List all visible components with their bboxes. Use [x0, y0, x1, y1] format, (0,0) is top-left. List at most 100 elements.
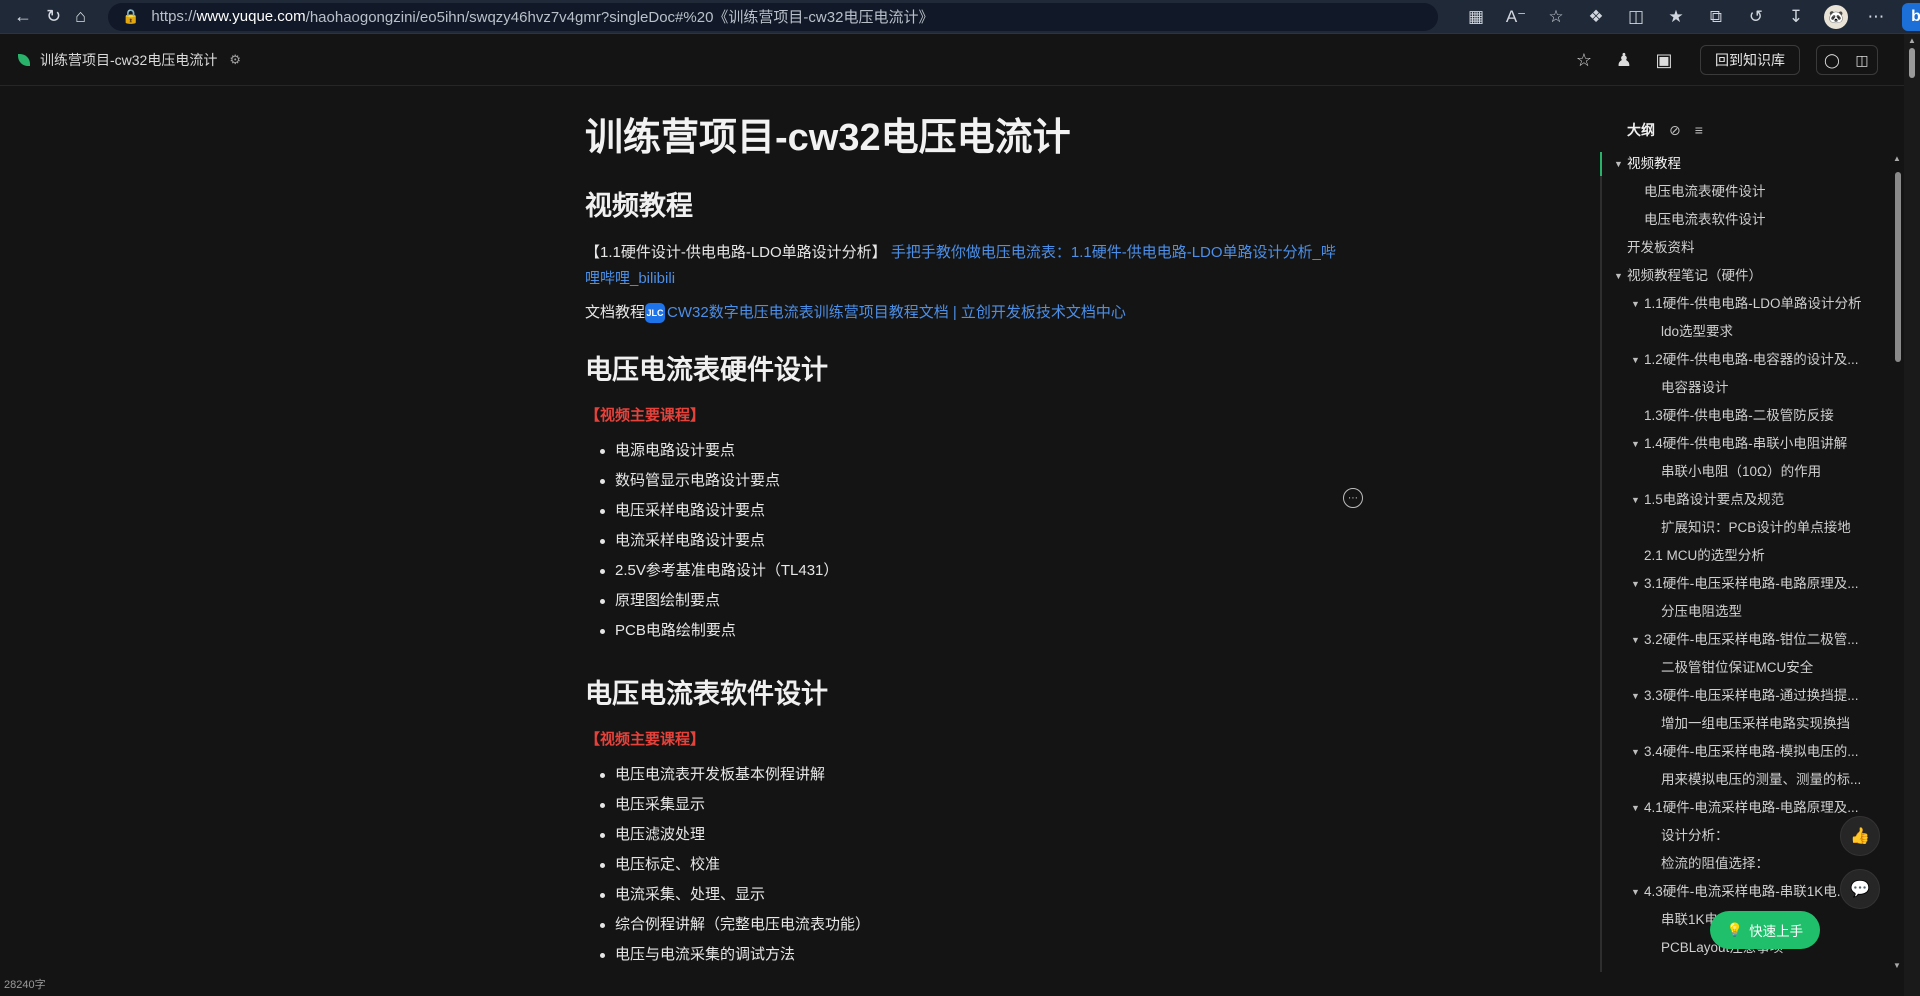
doc-header: 训练营项目-cw32电压电流计 ⚙ ☆ ♟ ▣ 回到知识库 ◯ ◫	[0, 34, 1904, 86]
scroll-thumb[interactable]	[1909, 48, 1915, 78]
outline-item[interactable]: 用来模拟电压的测量、测量的标...	[1600, 766, 1870, 794]
outline-item[interactable]: 扩展知识：PCB设计的单点接地	[1600, 514, 1870, 542]
outline-item-label: 3.3硬件-电压采样电路-通过换挡提...	[1644, 688, 1859, 703]
extensions-icon[interactable]: ❖	[1576, 2, 1616, 32]
profile-button[interactable]: 🐼	[1816, 2, 1856, 32]
docs-prefix: 文档教程	[585, 304, 646, 321]
list-item: 电压与电流采集的调试方法	[585, 940, 1345, 970]
favorite-star-icon[interactable]: ☆	[1536, 2, 1576, 32]
caret-down-icon[interactable]: ▼	[1631, 570, 1640, 598]
outline-item[interactable]: 二极管钳位保证MCU安全	[1600, 654, 1870, 682]
outline-item-label: 扩展知识：PCB设计的单点接地	[1661, 520, 1851, 535]
refresh-icon[interactable]: ↻	[46, 3, 61, 31]
favorites-icon[interactable]: ★	[1656, 2, 1696, 32]
outline-item[interactable]: 电容器设计	[1600, 374, 1870, 402]
hide-outline-icon[interactable]: ⊘	[1669, 122, 1681, 139]
outline-item[interactable]: ▼ 3.3硬件-电压采样电路-通过换挡提...	[1600, 682, 1870, 710]
outline-item[interactable]: 电压电流表硬件设计	[1600, 178, 1870, 206]
outline-item[interactable]: 1.3硬件-供电电路-二极管防反接	[1600, 402, 1870, 430]
avatar: 🐼	[1823, 4, 1848, 29]
back-to-kb-button[interactable]: 回到知识库	[1700, 45, 1800, 75]
outline-scroll-thumb[interactable]	[1895, 172, 1901, 362]
quick-start-button[interactable]: 💡 快速上手	[1710, 911, 1820, 949]
add-member-icon[interactable]: ♟	[1608, 44, 1640, 76]
outline-item-label: 1.4硬件-供电电路-串联小电阻讲解	[1644, 436, 1848, 451]
outline-item[interactable]: 电压电流表软件设计	[1600, 206, 1870, 234]
like-button[interactable]: 👍	[1840, 816, 1880, 856]
caret-down-icon[interactable]: ▼	[1631, 682, 1640, 710]
outline-item[interactable]: 2.1 MCU的选型分析	[1600, 542, 1870, 570]
history-icon[interactable]: ↺	[1736, 2, 1776, 32]
header-doc-title[interactable]: 训练营项目-cw32电压电流计	[40, 50, 217, 70]
app-available-icon[interactable]: ▦	[1456, 2, 1496, 32]
address-bar[interactable]: 🔒 https://www.yuque.com/haohaogongzini/e…	[107, 2, 1438, 31]
outline-item[interactable]: ldo选型要求	[1600, 318, 1870, 346]
outline-item[interactable]: 分压电阻选型	[1600, 598, 1870, 626]
comment-bubble-icon: 💬	[1850, 881, 1870, 898]
present-icon[interactable]: ▣	[1648, 44, 1680, 76]
software-course-label: 【视频主要课程】	[585, 731, 706, 748]
caret-down-icon[interactable]: ▼	[1631, 738, 1640, 766]
caret-down-icon[interactable]: ▼	[1631, 290, 1640, 318]
outline-item[interactable]: ▼ 1.4硬件-供电电路-串联小电阻讲解	[1600, 430, 1870, 458]
comment-icon[interactable]: ◯	[1817, 46, 1847, 74]
caret-down-icon[interactable]: ▼	[1614, 262, 1623, 290]
yuque-leaf-icon	[18, 53, 30, 66]
list-item: 2.5V参考基准电路设计（TL431）	[585, 556, 1345, 586]
caret-down-icon[interactable]: ▼	[1631, 878, 1640, 906]
outline-item[interactable]: ▼ 1.2硬件-供电电路-电容器的设计及...	[1600, 346, 1870, 374]
outline-item[interactable]: ▼ 3.2硬件-电压采样电路-钳位二极管...	[1600, 626, 1870, 654]
outline-item-label: 1.5电路设计要点及规范	[1644, 492, 1785, 507]
browser-toolbar: ← ↻ ⌂ 🔒 https://www.yuque.com/haohaogong…	[0, 0, 1920, 34]
caret-down-icon[interactable]: ▼	[1631, 626, 1640, 654]
url-domain: www.yuque.com	[196, 8, 306, 25]
outline-scrollbar[interactable]: ▲ ▼	[1893, 150, 1903, 970]
outline-title: 大纲	[1627, 122, 1655, 138]
bing-button[interactable]: b	[1896, 2, 1920, 32]
home-icon[interactable]: ⌂	[75, 3, 86, 31]
outline-item[interactable]: 设计分析：	[1600, 822, 1870, 850]
outline-item[interactable]: 检流的阻值选择：	[1600, 850, 1870, 878]
outline-item[interactable]: ▼ 3.4硬件-电压采样电路-模拟电压的...	[1600, 738, 1870, 766]
outline-scroll-up-icon[interactable]: ▲	[1893, 154, 1901, 163]
outline-item[interactable]: ▼ 视频教程	[1600, 150, 1870, 178]
sidebar-toggle-icon[interactable]: ◫	[1847, 46, 1877, 74]
caret-down-icon[interactable]: ▼	[1614, 150, 1623, 178]
scroll-up-icon[interactable]: ▲	[1908, 36, 1916, 45]
outline-item[interactable]: ▼ 1.1硬件-供电电路-LDO单路设计分析	[1600, 290, 1870, 318]
more-menu-icon[interactable]: ⋯	[1856, 2, 1896, 32]
outline-item[interactable]: 增加一组电压采样电路实现换挡	[1600, 710, 1870, 738]
download-icon[interactable]: ↧	[1776, 2, 1816, 32]
list-item: 电压电流表开发板基本例程讲解	[585, 760, 1345, 790]
heading-software-design: 电压电流表软件设计	[585, 679, 828, 709]
url-prefix: https://	[151, 8, 197, 25]
page-scrollbar[interactable]: ▲	[1904, 34, 1920, 996]
list-item: 数码管显示电路设计要点	[585, 466, 1345, 496]
docs-link[interactable]: CW32数字电压电流表训练营项目教程文档 | 立创开发板技术文档中心	[667, 300, 1126, 326]
outline-item-label: 3.1硬件-电压采样电路-电路原理及...	[1644, 576, 1859, 591]
outline-scroll-down-icon[interactable]: ▼	[1893, 961, 1901, 970]
outline-item[interactable]: ▼ 4.1硬件-电流采样电路-电路原理及...	[1600, 794, 1870, 822]
inline-comment-icon[interactable]: ⋯	[1343, 488, 1363, 508]
outline-item-label: 分压电阻选型	[1661, 604, 1742, 619]
back-arrow-icon[interactable]: ←	[14, 3, 32, 31]
caret-down-icon[interactable]: ▼	[1631, 794, 1640, 822]
read-aloud-icon[interactable]: A⁻	[1496, 2, 1536, 32]
collections-icon[interactable]: ⧉	[1696, 2, 1736, 32]
caret-down-icon[interactable]: ▼	[1631, 486, 1640, 514]
outline-list-icon[interactable]: ≡	[1695, 122, 1703, 138]
outline-item[interactable]: ▼ 1.5电路设计要点及规范	[1600, 486, 1870, 514]
star-icon[interactable]: ☆	[1568, 44, 1600, 76]
outline-item[interactable]: ▼ 4.3硬件-电流采样电路-串联1K电...	[1600, 878, 1870, 906]
outline-item[interactable]: ▼ 视频教程笔记（硬件）	[1600, 262, 1870, 290]
video-prefix: 【1.1硬件设计-供电电路-LDO单路设计分析】	[585, 244, 887, 261]
caret-down-icon[interactable]: ▼	[1631, 346, 1640, 374]
split-screen-icon[interactable]: ◫	[1616, 2, 1656, 32]
outline-item[interactable]: 开发板资料	[1600, 234, 1870, 262]
outline-item[interactable]: ▼ 3.1硬件-电压采样电路-电路原理及...	[1600, 570, 1870, 598]
outline-item[interactable]: 串联小电阻（10Ω）的作用	[1600, 458, 1870, 486]
caret-down-icon[interactable]: ▼	[1631, 430, 1640, 458]
hardware-course-label: 【视频主要课程】	[585, 407, 706, 424]
list-item: 综合例程讲解（完整电压电流表功能）	[585, 910, 1345, 940]
comment-button[interactable]: 💬	[1840, 869, 1880, 909]
